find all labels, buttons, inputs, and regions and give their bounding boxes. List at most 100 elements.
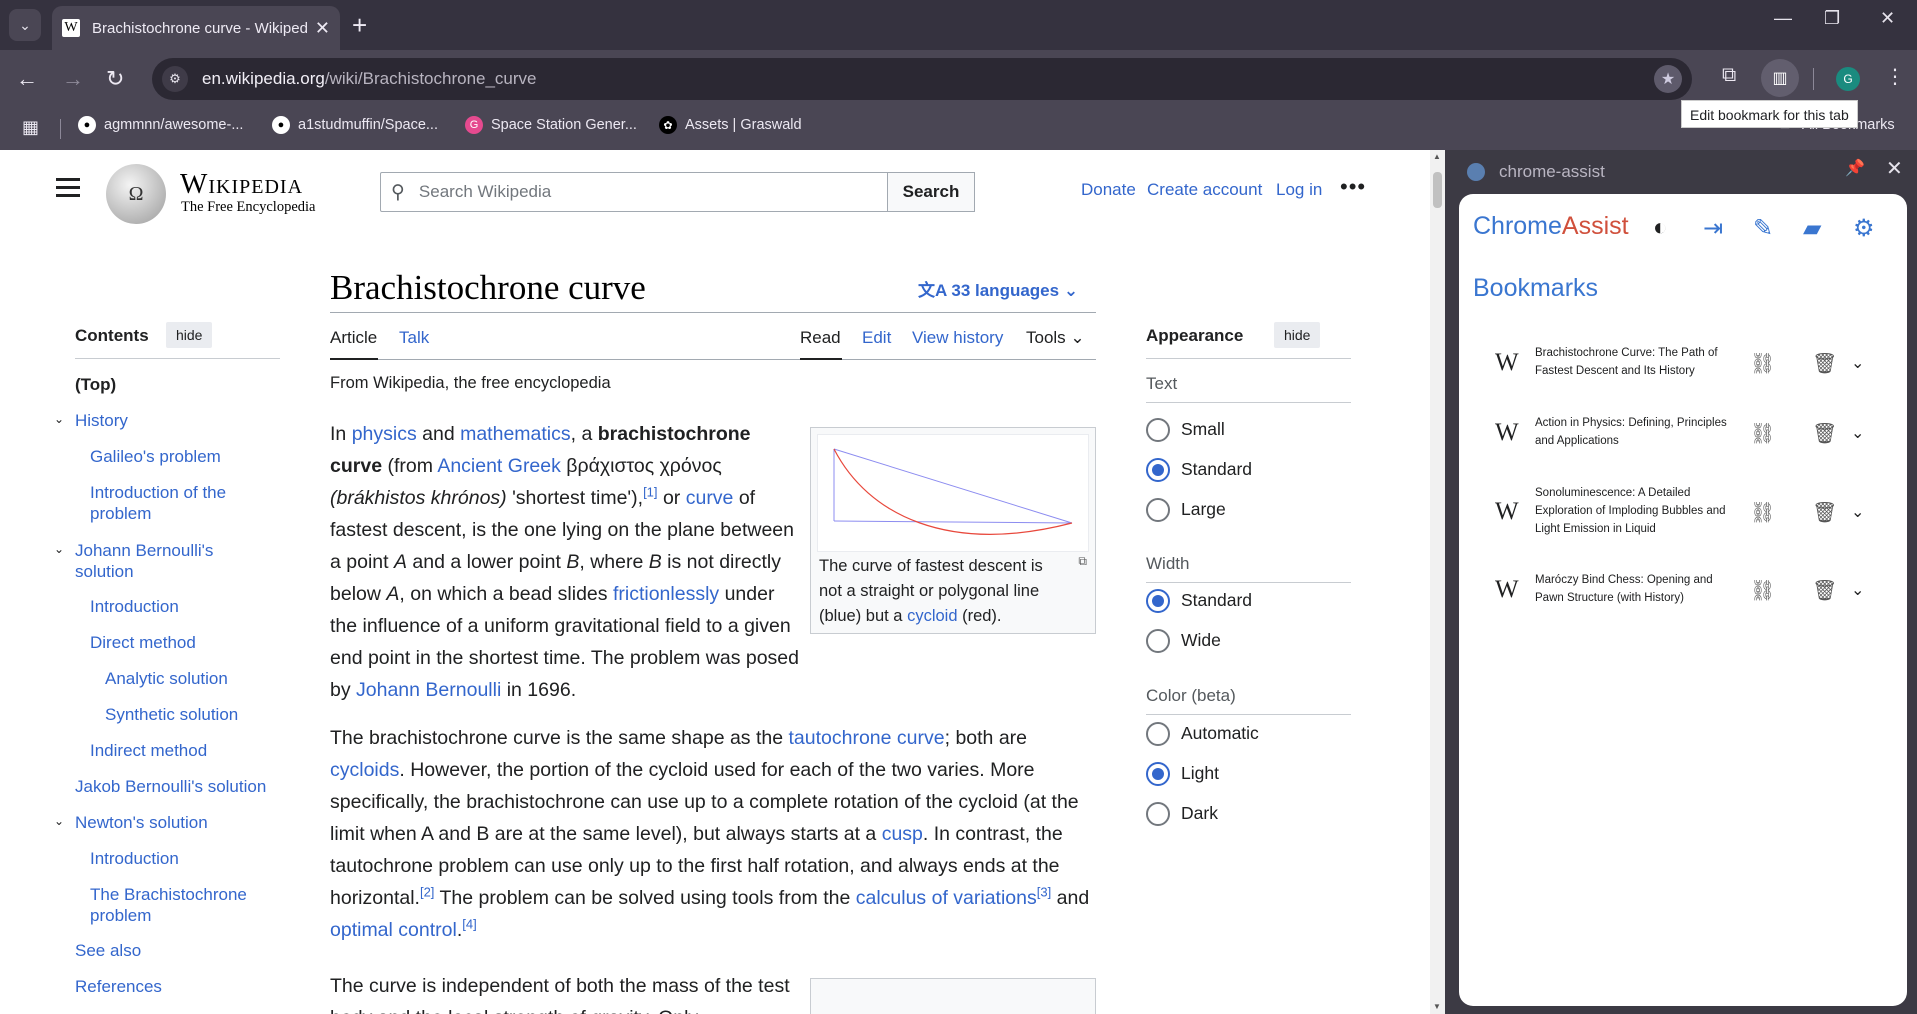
brachistochrone-diagram[interactable] — [817, 434, 1089, 552]
trash-icon[interactable]: 🗑 — [1812, 351, 1837, 376]
radio-label[interactable]: Dark — [1181, 803, 1218, 824]
radio-label[interactable]: Automatic — [1181, 723, 1259, 744]
toc-item[interactable]: Direct method — [90, 632, 270, 653]
active-tab[interactable]: W Brachistochrone curve - Wikipedia ✕ — [52, 6, 340, 50]
citation-link[interactable]: [3] — [1037, 885, 1051, 900]
radio-label[interactable]: Standard — [1181, 590, 1252, 611]
radio-automatic[interactable] — [1146, 722, 1170, 746]
radio-dark[interactable] — [1146, 802, 1170, 826]
minimize-icon[interactable]: — — [1774, 8, 1792, 29]
toc-item[interactable]: References — [75, 976, 275, 997]
search-button[interactable]: Search — [887, 172, 975, 212]
link[interactable]: frictionlessly — [613, 583, 719, 605]
link[interactable]: tautochrone curve — [789, 727, 945, 749]
bookmark-item[interactable]: ● a1studmuffin/Space... — [272, 116, 438, 134]
link[interactable]: Johann Bernoulli — [356, 679, 501, 701]
link[interactable]: optimal control — [330, 919, 457, 941]
create-account-link[interactable]: Create account — [1147, 180, 1262, 200]
side-panel-close-icon[interactable]: ✕ — [1886, 156, 1903, 181]
link[interactable]: cycloids — [330, 759, 399, 781]
tab-close-icon[interactable]: ✕ — [315, 18, 330, 39]
toc-item[interactable]: History — [75, 410, 275, 431]
toc-item[interactable]: Newton's solution — [75, 812, 275, 833]
citation-link[interactable]: [4] — [462, 917, 476, 932]
tab-search-button[interactable]: ⌄ — [9, 9, 41, 41]
wikipedia-wordmark[interactable]: Wikipedia — [180, 168, 303, 201]
link[interactable]: mathematics — [460, 423, 571, 445]
toc-item[interactable]: Introduction — [90, 596, 270, 617]
toc-item[interactable]: Galileo's problem — [90, 446, 270, 467]
toc-item[interactable]: (Top) — [75, 374, 275, 395]
reload-icon[interactable]: ↻ — [106, 64, 124, 94]
bookmark-title[interactable]: Brachistochrone Curve: The Path of Faste… — [1535, 344, 1730, 380]
bookmark-title[interactable]: Maróczy Bind Chess: Opening and Pawn Str… — [1535, 571, 1730, 607]
link[interactable]: curve — [686, 487, 734, 509]
link[interactable]: Ancient Greek — [437, 455, 561, 477]
trash-icon[interactable]: 🗑 — [1812, 500, 1837, 525]
toc-item[interactable]: Johann Bernoulli's solution — [75, 540, 275, 582]
radio-label[interactable]: Large — [1181, 499, 1226, 520]
radio-light[interactable] — [1146, 762, 1170, 786]
profile-avatar[interactable]: G — [1836, 67, 1860, 91]
chevron-down-icon[interactable]: ⌄ — [1851, 580, 1864, 600]
enlarge-icon[interactable]: ⧉ — [1078, 554, 1087, 569]
kebab-menu-icon[interactable]: ⋮ — [1885, 64, 1905, 89]
link-icon[interactable]: ⛓ — [1750, 351, 1775, 376]
radio-small[interactable] — [1146, 418, 1170, 442]
radio-label[interactable]: Light — [1181, 763, 1219, 784]
languages-button[interactable]: 文A 33 languages ⌄ — [918, 276, 1078, 301]
link[interactable]: physics — [352, 423, 417, 445]
toc-item[interactable]: See also — [75, 940, 275, 961]
toc-hide-button[interactable]: hide — [166, 322, 213, 348]
toc-expand-chevron-icon[interactable]: ⌄ — [54, 814, 64, 828]
bookmark-list-item[interactable]: W Brachistochrone Curve: The Path of Fast… — [1475, 344, 1895, 406]
site-info-icon[interactable]: ⚙ — [162, 66, 188, 92]
toc-item[interactable]: Introduction of the problem — [90, 482, 270, 524]
toc-expand-chevron-icon[interactable]: ⌄ — [54, 412, 64, 426]
toc-item[interactable]: Jakob Bernoulli's solution — [75, 776, 275, 797]
tab-read[interactable]: Read — [800, 328, 841, 348]
radio-standard[interactable] — [1146, 458, 1170, 482]
bookmark-item[interactable]: ● agmmnn/awesome-... — [78, 116, 243, 134]
radio-wide[interactable] — [1146, 629, 1170, 653]
link[interactable]: cusp — [882, 823, 923, 845]
radio-standard[interactable] — [1146, 589, 1170, 613]
extensions-puzzle-icon[interactable]: ⧉ — [1722, 64, 1736, 87]
link-icon[interactable]: ⛓ — [1750, 421, 1775, 446]
chevron-down-icon[interactable]: ⌄ — [1851, 502, 1864, 522]
bookmark-list-item[interactable]: W Action in Physics: Defining, Principles… — [1475, 414, 1895, 476]
citation-link[interactable]: [1] — [643, 485, 657, 500]
apps-grid-icon[interactable]: ▦ — [22, 117, 39, 138]
wikipedia-logo[interactable]: Ω — [106, 164, 166, 224]
tab-article[interactable]: Article — [330, 328, 377, 348]
toc-item[interactable]: The Brachistochrone problem — [90, 884, 270, 926]
scroll-up-icon[interactable]: ▲ — [1433, 152, 1441, 161]
toc-item[interactable]: Analytic solution — [105, 668, 285, 689]
restore-icon[interactable]: ❐ — [1824, 8, 1840, 29]
link-icon[interactable]: ⛓ — [1750, 578, 1775, 603]
side-panel-button[interactable]: ▥ — [1761, 59, 1799, 97]
edit-pencil-icon[interactable]: ✎ — [1753, 214, 1773, 243]
bookmark-title[interactable]: Sonoluminescence: A Detailed Exploration… — [1535, 484, 1730, 538]
scroll-down-icon[interactable]: ▼ — [1433, 1002, 1441, 1011]
theme-toggle-icon[interactable]: ◐ — [1653, 214, 1668, 242]
address-bar[interactable]: ⚙ en.wikipedia.org/wiki/Brachistochrone_… — [152, 58, 1692, 100]
citation-link[interactable]: [2] — [420, 885, 434, 900]
radio-large[interactable] — [1146, 498, 1170, 522]
toc-item[interactable]: Introduction — [90, 848, 270, 869]
radio-label[interactable]: Small — [1181, 419, 1225, 440]
appearance-hide-button[interactable]: hide — [1274, 322, 1321, 348]
cycloid-link[interactable]: cycloid — [907, 607, 957, 625]
tools-menu[interactable]: Tools ⌄ — [1026, 328, 1085, 348]
tab-talk[interactable]: Talk — [399, 328, 429, 348]
tab-edit[interactable]: Edit — [862, 328, 891, 348]
chevron-down-icon[interactable]: ⌄ — [1851, 353, 1864, 373]
back-arrow-icon[interactable]: ← — [16, 64, 38, 94]
trash-icon[interactable]: 🗑 — [1812, 578, 1837, 603]
forward-arrow-icon[interactable]: → — [62, 64, 84, 94]
bookmark-item[interactable]: G Space Station Gener... — [465, 116, 637, 134]
bookmark-list-item[interactable]: W Sonoluminescence: A Detailed Exploratio… — [1475, 484, 1895, 546]
toc-item[interactable]: Indirect method — [90, 740, 270, 761]
tab-view-history[interactable]: View history — [912, 328, 1003, 348]
export-icon[interactable]: ⇥ — [1703, 214, 1723, 243]
